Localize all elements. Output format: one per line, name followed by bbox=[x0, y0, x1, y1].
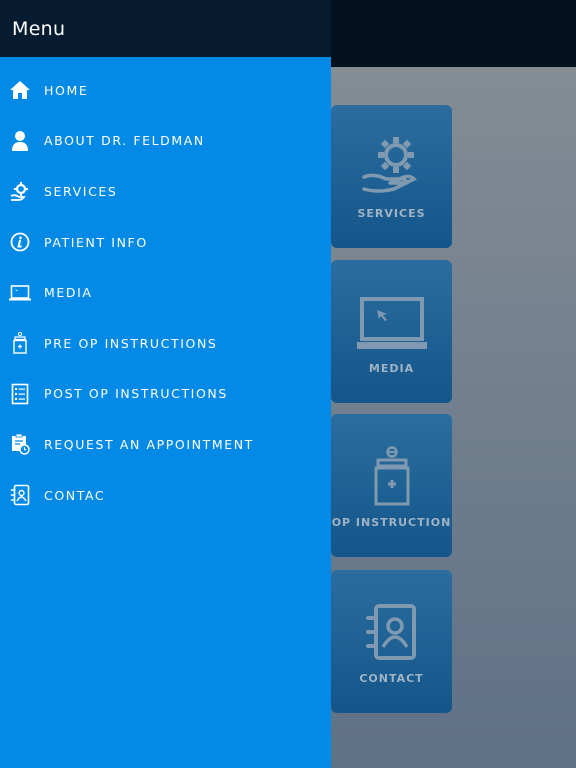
pre-op-tile-label: OP INSTRUCTION bbox=[331, 516, 452, 529]
menu-item-label: PRE OP INSTRUCTIONS bbox=[44, 335, 218, 351]
services-tile[interactable]: SERVICES bbox=[331, 105, 452, 248]
menu-item-label: PATIENT INFO bbox=[44, 234, 148, 250]
drawer-title: Menu bbox=[12, 17, 66, 40]
menu-item-label: SERVICES bbox=[44, 183, 118, 199]
menu-item-pre-op[interactable]: PRE OP INSTRUCTIONS bbox=[0, 318, 331, 369]
drawer-header: Menu bbox=[0, 0, 331, 57]
user-icon bbox=[9, 130, 31, 152]
clipboard-clock-icon bbox=[9, 433, 31, 456]
services-gear-hand-icon bbox=[361, 137, 417, 193]
checklist-icon bbox=[9, 383, 31, 405]
pill-bottle-icon bbox=[9, 332, 31, 354]
menu-item-label: REQUEST AN APPOINTMENT bbox=[44, 436, 254, 452]
menu-item-patient-info[interactable]: PATIENT INFO bbox=[0, 217, 331, 268]
menu-item-home[interactable]: HOME bbox=[0, 65, 331, 116]
menu-item-label: HOME bbox=[44, 82, 89, 98]
pre-op-tile[interactable]: OP INSTRUCTION bbox=[331, 414, 452, 557]
home-icon bbox=[9, 79, 31, 101]
menu-item-media[interactable]: MEDIA bbox=[0, 267, 331, 318]
menu-item-label: MEDIA bbox=[44, 285, 93, 301]
menu-item-label: ABOUT DR. FELDMAN bbox=[44, 133, 205, 149]
contact-book-icon bbox=[9, 484, 31, 506]
contact-tile[interactable]: CONTACT bbox=[331, 570, 452, 713]
contact-tile-label: CONTACT bbox=[359, 672, 424, 685]
menu-item-about[interactable]: ABOUT DR. FELDMAN bbox=[0, 116, 331, 167]
media-tile[interactable]: MEDIA bbox=[331, 260, 452, 403]
services-gear-hand-icon bbox=[9, 180, 31, 202]
pill-bottle-icon bbox=[374, 446, 409, 506]
drawer-menu: HOME ABOUT DR. FELDMAN SERVICES PATIENT … bbox=[0, 57, 331, 520]
menu-item-request-appointment[interactable]: REQUEST AN APPOINTMENT bbox=[0, 419, 331, 470]
menu-item-services[interactable]: SERVICES bbox=[0, 166, 331, 217]
menu-item-post-op[interactable]: POST OP INSTRUCTIONS bbox=[0, 369, 331, 420]
monitor-cursor-icon bbox=[356, 297, 427, 349]
services-tile-label: SERVICES bbox=[357, 207, 426, 220]
navigation-drawer: Menu HOME ABOUT DR. FELDMAN SERVICES PAT… bbox=[0, 0, 331, 768]
media-tile-label: MEDIA bbox=[368, 362, 415, 375]
contact-book-icon bbox=[365, 604, 416, 660]
menu-item-label: POST OP INSTRUCTIONS bbox=[44, 386, 228, 402]
menu-item-contact[interactable]: CONTAC bbox=[0, 470, 331, 521]
info-icon bbox=[9, 231, 31, 253]
menu-item-label: CONTAC bbox=[44, 487, 106, 503]
laptop-icon bbox=[9, 282, 31, 304]
